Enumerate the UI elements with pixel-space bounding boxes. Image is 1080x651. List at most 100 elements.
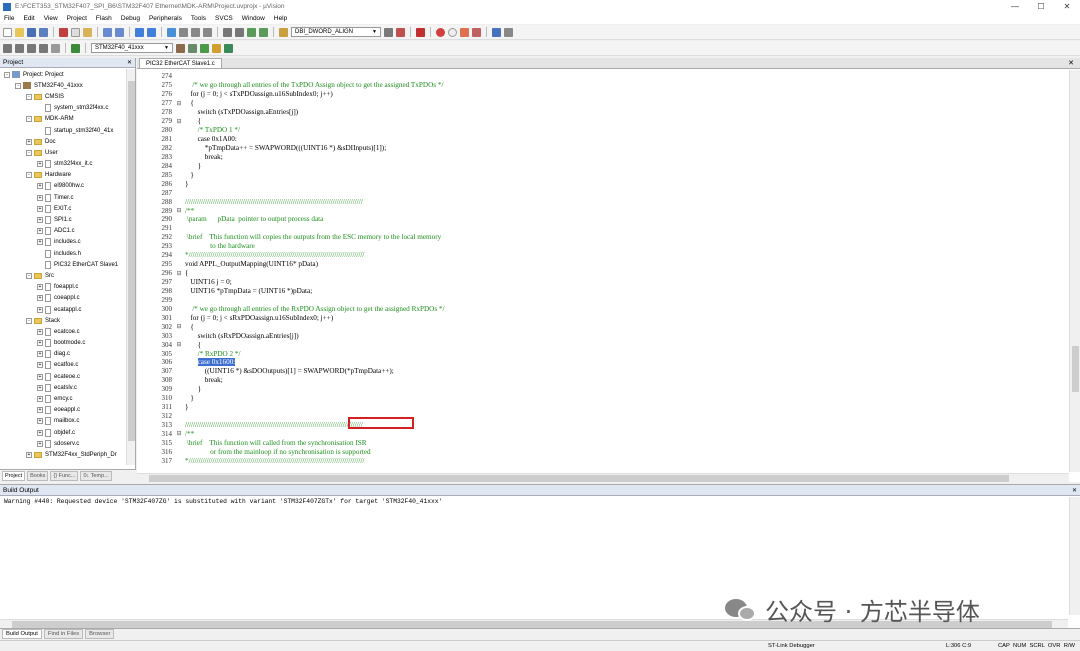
code-line[interactable]: 280 /* TxPDO 1 */ <box>137 126 1067 135</box>
tree-item[interactable]: + mailbox.c <box>0 416 125 427</box>
tree-item[interactable]: + SPI1.c <box>0 214 125 225</box>
tree-item[interactable]: + stm32f4xx_it.c <box>0 159 125 170</box>
code-line[interactable]: 310 } <box>137 394 1067 403</box>
tree-item[interactable]: - Stack <box>0 315 125 326</box>
configure-icon[interactable] <box>504 27 513 37</box>
expand-icon[interactable]: + <box>37 418 43 425</box>
code-line[interactable]: 300 /* we go through all entries of the … <box>137 304 1067 313</box>
code-line[interactable]: 314 ⊟/** <box>137 430 1067 439</box>
find-icon[interactable] <box>384 27 393 37</box>
menu-view[interactable]: View <box>44 15 58 22</box>
tab-functions[interactable]: {} Func... <box>50 471 79 481</box>
menu-flash[interactable]: Flash <box>96 15 112 22</box>
expand-icon[interactable]: + <box>37 373 43 380</box>
clear-bookmarks-icon[interactable] <box>203 27 212 37</box>
expand-icon[interactable]: + <box>37 396 43 403</box>
tree-item[interactable]: + STM32F4xx_StdPeriph_Dr <box>0 449 125 460</box>
code-line[interactable]: 301 for (j = 0; j < sRxPDOassign.u16SubI… <box>137 313 1067 322</box>
fold-marker-icon[interactable]: ⊟ <box>175 100 183 107</box>
collapse-icon[interactable]: - <box>4 71 10 78</box>
expand-icon[interactable]: + <box>37 384 43 391</box>
tree-item[interactable]: + ADC1.c <box>0 226 125 237</box>
tree-item[interactable]: + ecatappl.c <box>0 304 125 315</box>
tree-item[interactable]: - User <box>0 147 125 158</box>
code-line[interactable]: 307 ((UINT16 *) &sDOOutputs)[1] = SWAPWO… <box>137 367 1067 376</box>
menu-file[interactable]: File <box>4 15 14 22</box>
collapse-icon[interactable]: - <box>26 172 32 179</box>
code-line[interactable]: 306 case 0x1600: <box>137 358 1067 367</box>
tab-find-in-files[interactable]: Find in Files <box>43 629 84 639</box>
editor-vertical-scrollbar[interactable] <box>1069 70 1080 472</box>
code-line[interactable]: 291 <box>137 224 1067 233</box>
next-bookmark-icon[interactable] <box>191 27 200 37</box>
tree-item[interactable]: startup_stm32f40_41x <box>0 125 125 136</box>
code-line[interactable]: 315 \brief This function will called fro… <box>137 438 1067 447</box>
stop-build-icon[interactable] <box>51 43 60 53</box>
tree-item[interactable]: + ecatslv.c <box>0 382 125 393</box>
comment-icon[interactable] <box>247 27 256 37</box>
code-line[interactable]: 304 ⊟ { <box>137 340 1067 349</box>
cut-icon[interactable] <box>59 27 68 37</box>
tree-item[interactable]: + Doc <box>0 136 125 147</box>
tree-item[interactable]: + EXIT.c <box>0 203 125 214</box>
menu-debug[interactable]: Debug <box>121 15 140 22</box>
project-tree-scrollbar[interactable] <box>126 69 135 465</box>
menu-peripherals[interactable]: Peripherals <box>149 15 182 22</box>
tab-project[interactable]: Project <box>2 471 26 481</box>
close-button[interactable]: ✕ <box>1054 2 1080 11</box>
code-line[interactable]: 281 case 0x1A00: <box>137 135 1067 144</box>
expand-icon[interactable]: + <box>37 239 43 246</box>
unindent-icon[interactable] <box>235 27 244 37</box>
expand-icon[interactable]: + <box>37 217 43 224</box>
expand-icon[interactable]: + <box>37 161 43 168</box>
tree-item[interactable]: - STM32F40_41xxx <box>0 80 125 91</box>
new-file-icon[interactable] <box>3 27 12 37</box>
expand-icon[interactable]: + <box>37 183 43 190</box>
code-line[interactable]: 286} <box>137 179 1067 188</box>
tree-item[interactable]: + emcy.c <box>0 393 125 404</box>
open-file-icon[interactable] <box>15 27 24 37</box>
code-line[interactable]: 313 /////////////////////////////////////… <box>137 421 1067 430</box>
tree-item[interactable]: PIC32 EtherCAT Slave1 <box>0 259 125 270</box>
code-line[interactable]: 274 <box>137 72 1067 81</box>
find-combo[interactable]: DBI_DWORD_ALIGN ▼ <box>291 27 381 37</box>
code-line[interactable]: 279 ⊟ { <box>137 117 1067 126</box>
tree-item[interactable]: + objdef.c <box>0 427 125 438</box>
code-line[interactable]: 292 \brief This function will copies the… <box>137 233 1067 242</box>
code-line[interactable]: 296 ⊟{ <box>137 269 1067 278</box>
indent-icon[interactable] <box>223 27 232 37</box>
batch-build-icon[interactable] <box>39 43 48 53</box>
editor-horizontal-scrollbar[interactable] <box>137 473 1069 482</box>
build-output-vscrollbar[interactable] <box>1069 497 1080 615</box>
fold-marker-icon[interactable]: ⊟ <box>175 341 183 348</box>
redo-icon[interactable] <box>115 27 124 37</box>
minimize-button[interactable]: — <box>1002 2 1028 11</box>
code-line[interactable]: 295 void APPL_OutputMapping(UINT16* pData… <box>137 260 1067 269</box>
fold-marker-icon[interactable]: ⊟ <box>175 270 183 277</box>
fold-marker-icon[interactable]: ⊟ <box>175 323 183 330</box>
tree-item[interactable]: + el9800hw.c <box>0 181 125 192</box>
pack-installer-icon[interactable] <box>212 43 221 53</box>
tree-item[interactable]: + ecateoe.c <box>0 371 125 382</box>
code-line[interactable]: 298 UINT16 *pTmpData = (UINT16 *)pData; <box>137 287 1067 296</box>
code-line[interactable]: 283 break; <box>137 152 1067 161</box>
maximize-button[interactable]: ☐ <box>1028 2 1054 11</box>
code-line[interactable]: 317 *////////////////////////////////////… <box>137 456 1067 465</box>
breakpoint-icon[interactable] <box>436 27 445 37</box>
close-tab-icon[interactable]: ✕ <box>1068 59 1074 67</box>
window-layout-icon[interactable] <box>492 27 501 37</box>
code-line[interactable]: 293 to the hardware <box>137 242 1067 251</box>
find-in-files-icon[interactable] <box>279 27 288 37</box>
tree-item[interactable]: + sdoserv.c <box>0 438 125 449</box>
disable-all-breakpoints-icon[interactable] <box>460 27 469 37</box>
tree-item[interactable]: + includes.c <box>0 237 125 248</box>
save-all-icon[interactable] <box>39 27 48 37</box>
tree-item[interactable]: + diag.c <box>0 349 125 360</box>
tree-item[interactable]: + eoeappl.c <box>0 405 125 416</box>
expand-icon[interactable]: + <box>37 429 43 436</box>
code-line[interactable]: 276 for (j = 0; j < sTxPDOassign.u16SubI… <box>137 90 1067 99</box>
expand-icon[interactable]: + <box>26 451 32 458</box>
fold-marker-icon[interactable]: ⊟ <box>175 118 183 125</box>
file-extensions-icon[interactable] <box>188 43 197 53</box>
collapse-icon[interactable]: - <box>26 93 32 100</box>
